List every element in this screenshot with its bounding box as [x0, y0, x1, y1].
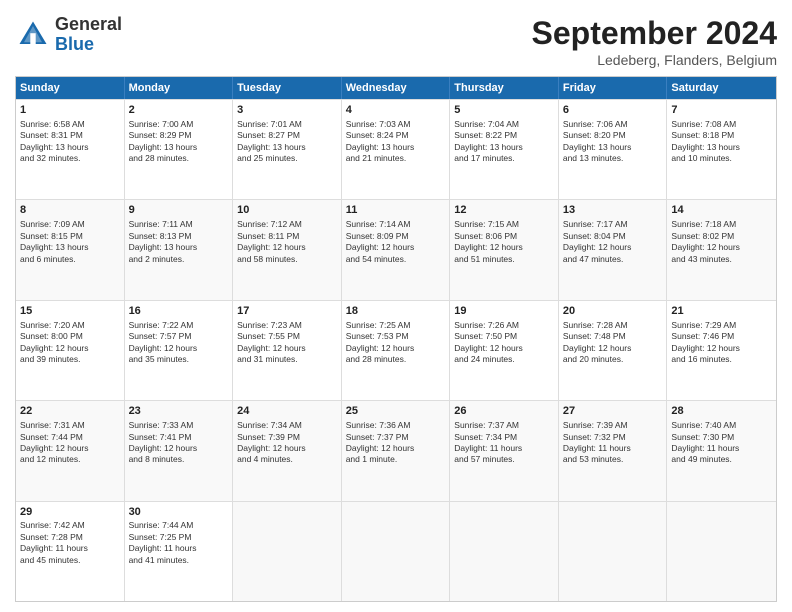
- cal-cell-r2-c3: 18Sunrise: 7:25 AMSunset: 7:53 PMDayligh…: [342, 301, 451, 400]
- cal-cell-r3-c1: 23Sunrise: 7:33 AMSunset: 7:41 PMDayligh…: [125, 401, 234, 500]
- location: Ledeberg, Flanders, Belgium: [532, 52, 777, 68]
- cal-cell-r4-c3: [342, 502, 451, 601]
- cal-cell-r3-c3: 25Sunrise: 7:36 AMSunset: 7:37 PMDayligh…: [342, 401, 451, 500]
- title-area: September 2024 Ledeberg, Flanders, Belgi…: [532, 15, 777, 68]
- header: General Blue September 2024 Ledeberg, Fl…: [15, 15, 777, 68]
- header-wednesday: Wednesday: [342, 77, 451, 99]
- cal-row-1: 8Sunrise: 7:09 AMSunset: 8:15 PMDaylight…: [16, 199, 776, 299]
- logo: General Blue: [15, 15, 122, 55]
- cal-cell-r1-c1: 9Sunrise: 7:11 AMSunset: 8:13 PMDaylight…: [125, 200, 234, 299]
- calendar-body: 1Sunrise: 6:58 AMSunset: 8:31 PMDaylight…: [16, 99, 776, 601]
- cal-cell-r1-c2: 10Sunrise: 7:12 AMSunset: 8:11 PMDayligh…: [233, 200, 342, 299]
- cal-cell-r3-c5: 27Sunrise: 7:39 AMSunset: 7:32 PMDayligh…: [559, 401, 668, 500]
- cal-cell-r1-c3: 11Sunrise: 7:14 AMSunset: 8:09 PMDayligh…: [342, 200, 451, 299]
- cal-cell-r1-c6: 14Sunrise: 7:18 AMSunset: 8:02 PMDayligh…: [667, 200, 776, 299]
- cal-cell-row0-5: 6Sunrise: 7:06 AMSunset: 8:20 PMDaylight…: [559, 100, 668, 199]
- cal-cell-r4-c1: 30Sunrise: 7:44 AMSunset: 7:25 PMDayligh…: [125, 502, 234, 601]
- cal-cell-r2-c2: 17Sunrise: 7:23 AMSunset: 7:55 PMDayligh…: [233, 301, 342, 400]
- cal-row-0: 1Sunrise: 6:58 AMSunset: 8:31 PMDaylight…: [16, 99, 776, 199]
- cal-cell-r4-c6: [667, 502, 776, 601]
- cal-cell-r3-c2: 24Sunrise: 7:34 AMSunset: 7:39 PMDayligh…: [233, 401, 342, 500]
- cal-cell-r4-c2: [233, 502, 342, 601]
- cal-cell-r4-c4: [450, 502, 559, 601]
- cal-row-3: 22Sunrise: 7:31 AMSunset: 7:44 PMDayligh…: [16, 400, 776, 500]
- cal-cell-r2-c4: 19Sunrise: 7:26 AMSunset: 7:50 PMDayligh…: [450, 301, 559, 400]
- calendar: Sunday Monday Tuesday Wednesday Thursday…: [15, 76, 777, 602]
- cal-cell-row0-3: 4Sunrise: 7:03 AMSunset: 8:24 PMDaylight…: [342, 100, 451, 199]
- cal-cell-r4-c0: 29Sunrise: 7:42 AMSunset: 7:28 PMDayligh…: [16, 502, 125, 601]
- cal-row-4: 29Sunrise: 7:42 AMSunset: 7:28 PMDayligh…: [16, 501, 776, 601]
- cal-cell-r2-c1: 16Sunrise: 7:22 AMSunset: 7:57 PMDayligh…: [125, 301, 234, 400]
- header-friday: Friday: [559, 77, 668, 99]
- cal-cell-r2-c0: 15Sunrise: 7:20 AMSunset: 8:00 PMDayligh…: [16, 301, 125, 400]
- month-title: September 2024: [532, 15, 777, 52]
- cal-cell-row0-2: 3Sunrise: 7:01 AMSunset: 8:27 PMDaylight…: [233, 100, 342, 199]
- cal-cell-r1-c0: 8Sunrise: 7:09 AMSunset: 8:15 PMDaylight…: [16, 200, 125, 299]
- logo-blue-text: Blue: [55, 35, 122, 55]
- header-sunday: Sunday: [16, 77, 125, 99]
- cal-cell-r1-c5: 13Sunrise: 7:17 AMSunset: 8:04 PMDayligh…: [559, 200, 668, 299]
- header-tuesday: Tuesday: [233, 77, 342, 99]
- cal-cell-r4-c5: [559, 502, 668, 601]
- logo-icon: [15, 17, 51, 53]
- cal-row-2: 15Sunrise: 7:20 AMSunset: 8:00 PMDayligh…: [16, 300, 776, 400]
- cal-cell-r3-c4: 26Sunrise: 7:37 AMSunset: 7:34 PMDayligh…: [450, 401, 559, 500]
- header-saturday: Saturday: [667, 77, 776, 99]
- cal-cell-1: 1Sunrise: 6:58 AMSunset: 8:31 PMDaylight…: [16, 100, 125, 199]
- page: General Blue September 2024 Ledeberg, Fl…: [0, 0, 792, 612]
- cal-cell-row0-6: 7Sunrise: 7:08 AMSunset: 8:18 PMDaylight…: [667, 100, 776, 199]
- calendar-header: Sunday Monday Tuesday Wednesday Thursday…: [16, 77, 776, 99]
- cal-cell-r3-c6: 28Sunrise: 7:40 AMSunset: 7:30 PMDayligh…: [667, 401, 776, 500]
- header-monday: Monday: [125, 77, 234, 99]
- logo-text: General Blue: [55, 15, 122, 55]
- cal-cell-r1-c4: 12Sunrise: 7:15 AMSunset: 8:06 PMDayligh…: [450, 200, 559, 299]
- cal-cell-r2-c5: 20Sunrise: 7:28 AMSunset: 7:48 PMDayligh…: [559, 301, 668, 400]
- cal-cell-r2-c6: 21Sunrise: 7:29 AMSunset: 7:46 PMDayligh…: [667, 301, 776, 400]
- cal-cell-row0-1: 2Sunrise: 7:00 AMSunset: 8:29 PMDaylight…: [125, 100, 234, 199]
- cal-cell-row0-4: 5Sunrise: 7:04 AMSunset: 8:22 PMDaylight…: [450, 100, 559, 199]
- cal-cell-r3-c0: 22Sunrise: 7:31 AMSunset: 7:44 PMDayligh…: [16, 401, 125, 500]
- logo-general-text: General: [55, 15, 122, 35]
- header-thursday: Thursday: [450, 77, 559, 99]
